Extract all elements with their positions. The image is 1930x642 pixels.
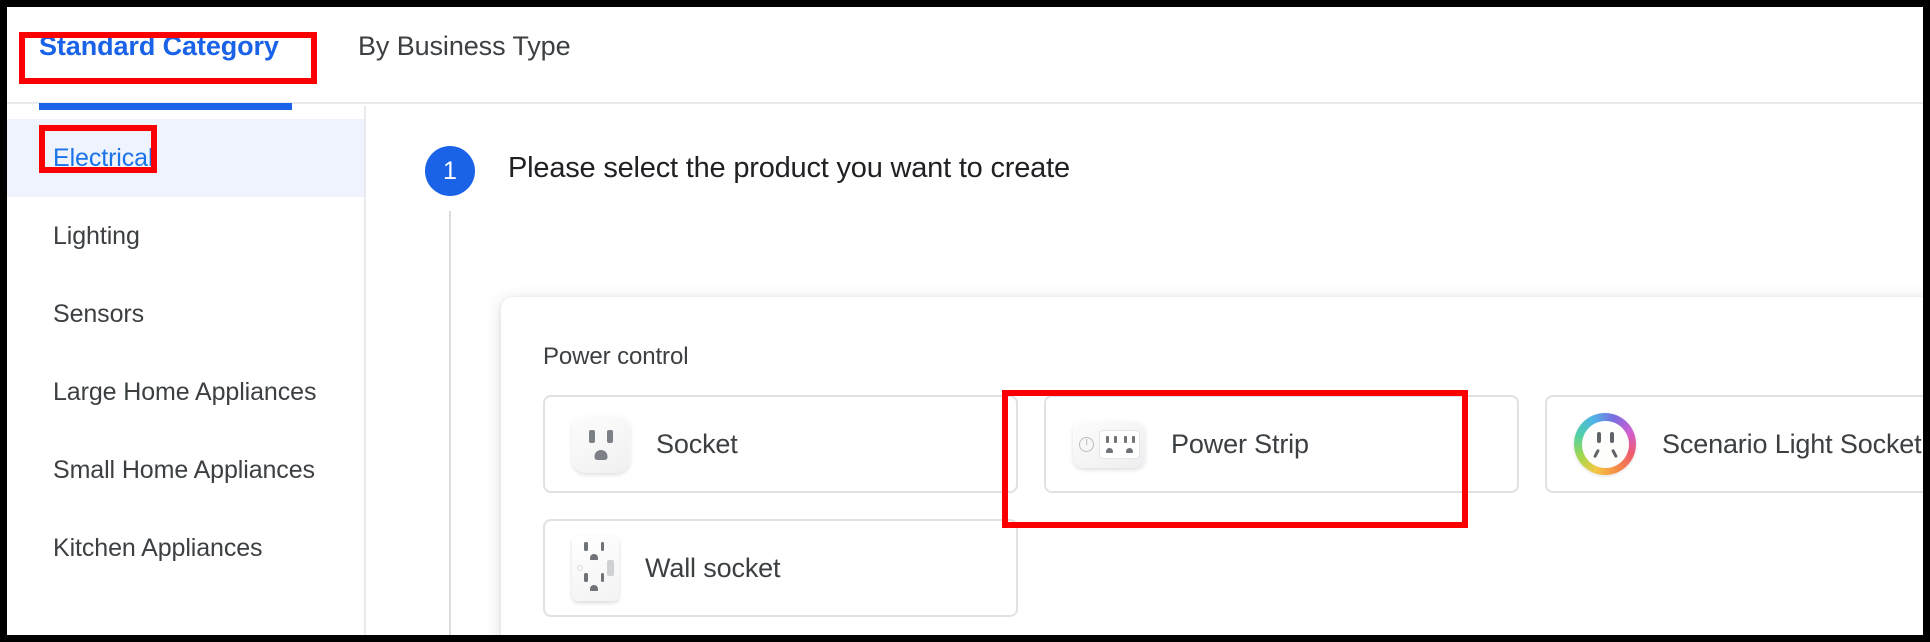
main-content: 1 Please select the product you want to … xyxy=(368,106,1923,635)
step-connector-line xyxy=(449,211,451,635)
wall-socket-icon xyxy=(572,535,619,601)
product-category-selector-page: Standard Category By Business Type Elect… xyxy=(0,0,1930,642)
scenario-light-socket-icon xyxy=(1574,413,1636,475)
sidebar-item-label: Sensors xyxy=(53,299,145,328)
sidebar-item-sensors[interactable]: Sensors xyxy=(7,275,364,353)
product-card-label: Scenario Light Socket xyxy=(1662,428,1922,459)
step-title: Please select the product you want to cr… xyxy=(508,152,1070,184)
power-strip-icon xyxy=(1073,420,1145,468)
socket-icon xyxy=(572,415,630,473)
product-card-label: Wall socket xyxy=(645,552,781,583)
sidebar-item-kitchen-appliances[interactable]: Kitchen Appliances xyxy=(7,509,364,587)
tab-standard-category[interactable]: Standard Category xyxy=(39,29,279,63)
product-card-label: Power Strip xyxy=(1171,428,1309,459)
product-card-label: Socket xyxy=(656,428,738,459)
product-card-scenario-light-socket[interactable]: Scenario Light Socket xyxy=(1545,395,1923,493)
sidebar-item-small-home-appliances[interactable]: Small Home Appliances xyxy=(7,431,364,509)
active-tab-underline xyxy=(39,103,292,110)
sidebar-item-electrical[interactable]: Electrical xyxy=(7,119,364,197)
product-card-grid: Socket Power Strip Scenario Light Socket… xyxy=(543,395,1923,617)
sidebar-item-label: Large Home Appliances xyxy=(53,377,317,406)
sidebar-item-large-home-appliances[interactable]: Large Home Appliances xyxy=(7,353,364,431)
category-tabbar: Standard Category By Business Type xyxy=(7,7,1923,104)
sidebar-item-label: Electrical xyxy=(53,143,154,172)
step-number-badge: 1 xyxy=(425,146,475,196)
category-sidebar: Electrical Lighting Sensors Large Home A… xyxy=(7,106,366,635)
sidebar-item-label: Lighting xyxy=(53,221,140,250)
product-card-power-strip[interactable]: Power Strip xyxy=(1044,395,1519,493)
sidebar-item-label: Kitchen Appliances xyxy=(53,533,263,562)
sidebar-item-label: Small Home Appliances xyxy=(53,455,315,484)
product-group-title: Power control xyxy=(543,343,689,370)
product-card-socket[interactable]: Socket xyxy=(543,395,1018,493)
sidebar-item-lighting[interactable]: Lighting xyxy=(7,197,364,275)
product-card-wall-socket[interactable]: Wall socket xyxy=(543,519,1018,617)
tab-by-business-type[interactable]: By Business Type xyxy=(358,29,571,63)
product-selection-panel: Power control Socket Power Strip Scenari… xyxy=(501,297,1923,635)
